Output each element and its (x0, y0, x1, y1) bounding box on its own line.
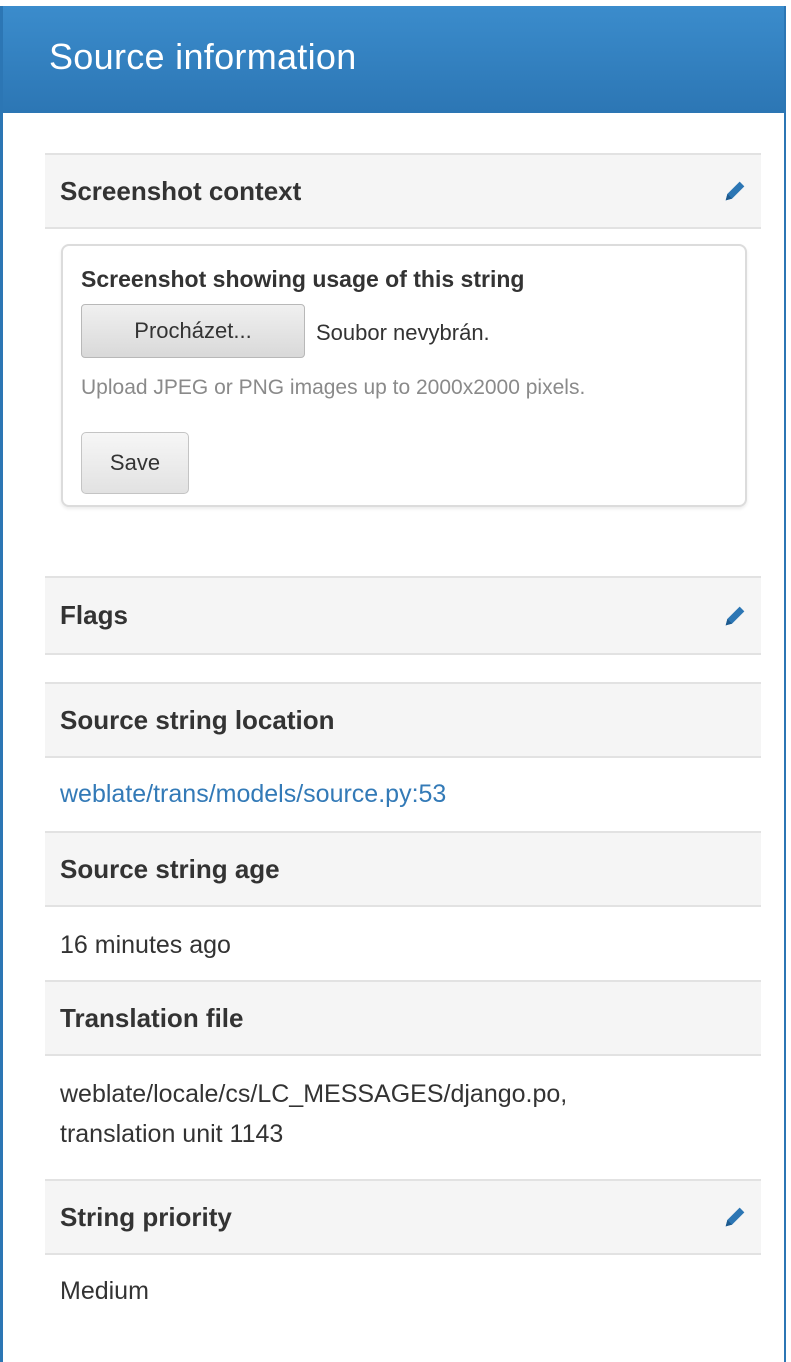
browse-file-button[interactable]: Procházet... (81, 304, 305, 358)
flags-title: Flags (60, 600, 128, 630)
panel-heading: Source information (3, 6, 784, 113)
source-location-header: Source string location (45, 682, 761, 758)
string-priority-section: String priority Medium (45, 1179, 761, 1328)
translation-unit: translation unit 1143 (60, 1120, 284, 1148)
file-status-text: Soubor nevybrán. (316, 320, 490, 345)
panel-title: Source information (49, 35, 357, 77)
flags-header: Flags (45, 576, 761, 655)
source-location-link[interactable]: weblate/trans/models/source.py:53 (60, 780, 446, 808)
screenshot-context-title: Screenshot context (60, 175, 302, 206)
translation-file-section: Translation file weblate/locale/cs/LC_ME… (45, 980, 761, 1179)
save-button[interactable]: Save (81, 432, 189, 494)
translation-file-body: weblate/locale/cs/LC_MESSAGES/django.po,… (45, 1056, 761, 1179)
screenshot-field-label: Screenshot showing usage of this string (81, 266, 525, 292)
source-location-title: Source string location (60, 704, 335, 735)
screenshot-context-header: Screenshot context (45, 153, 761, 229)
screenshot-upload-form: Screenshot showing usage of this string … (61, 244, 747, 507)
source-age-value: 16 minutes ago (60, 931, 231, 959)
source-location-section: Source string location weblate/trans/mod… (45, 682, 761, 831)
source-location-body: weblate/trans/models/source.py:53 (45, 758, 761, 831)
pencil-icon[interactable] (721, 1203, 749, 1231)
translation-file-path: weblate/locale/cs/LC_MESSAGES/django.po, (60, 1080, 568, 1108)
translation-file-header: Translation file (45, 980, 761, 1056)
pencil-icon[interactable] (721, 177, 749, 205)
pencil-icon[interactable] (721, 602, 749, 630)
source-age-header: Source string age (45, 831, 761, 907)
upload-help-text: Upload JPEG or PNG images up to 2000x200… (81, 376, 586, 399)
source-age-body: 16 minutes ago (45, 907, 761, 980)
source-age-section: Source string age 16 minutes ago (45, 831, 761, 980)
flags-section: Flags (45, 576, 761, 655)
translation-file-title: Translation file (60, 1002, 244, 1033)
string-priority-body: Medium (45, 1255, 761, 1328)
screenshot-context-section: Screenshot context (45, 153, 761, 229)
source-age-title: Source string age (60, 853, 280, 884)
string-priority-value: Medium (60, 1277, 149, 1305)
string-priority-header: String priority (45, 1179, 761, 1255)
string-priority-title: String priority (60, 1201, 232, 1232)
